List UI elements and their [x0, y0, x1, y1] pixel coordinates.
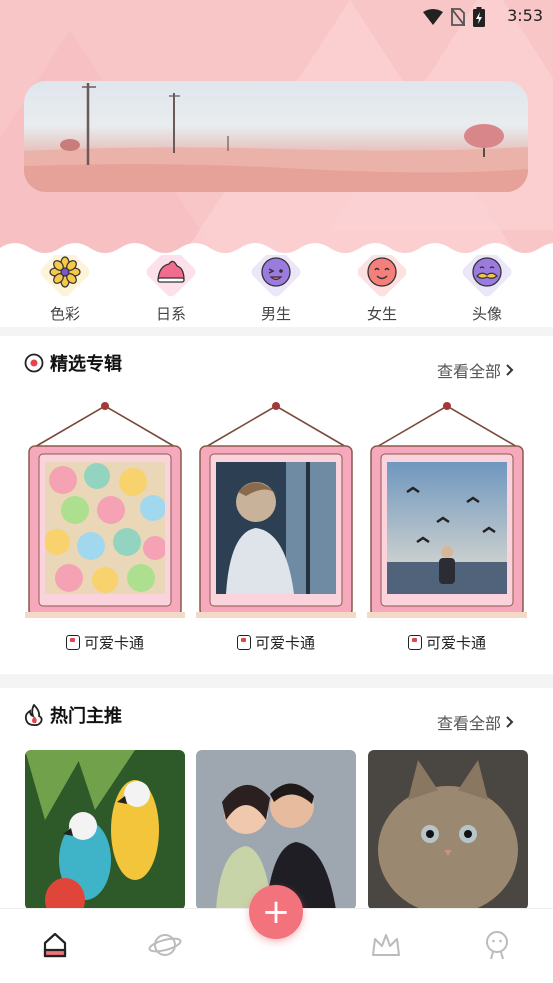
album-card[interactable] [196, 402, 356, 622]
featured-title: 精选专辑 [50, 354, 122, 375]
mustache-face-icon [472, 257, 502, 287]
sushi-icon [157, 260, 185, 283]
birds-photo [387, 462, 507, 594]
featured-see-all-button[interactable]: 查看全部 [437, 358, 515, 382]
hot-header: 热门主推 [24, 702, 122, 728]
chevron-right-icon [506, 364, 514, 376]
planet-icon [148, 934, 182, 956]
hot-see-all-button[interactable]: 查看全部 [437, 710, 515, 734]
featured-section: 精选专辑 查看全部 可爱卡通 可爱卡通 可爱卡通 [0, 336, 553, 674]
banner-image[interactable] [24, 81, 528, 192]
parrots-photo[interactable] [25, 750, 185, 910]
kitten-photo[interactable] [368, 750, 528, 910]
girl-face-icon [367, 257, 397, 287]
category-boys[interactable]: 男生 [241, 255, 311, 324]
category-label: 男生 [260, 305, 291, 323]
album-caption: 可爱卡通 [196, 632, 356, 653]
chevron-right-icon [506, 716, 514, 728]
category-color[interactable]: 色彩 [30, 255, 100, 324]
add-button[interactable]: + [249, 885, 303, 939]
nav-home[interactable] [35, 925, 75, 965]
album-caption-text: 可爱卡通 [425, 634, 486, 652]
album-badge-icon [407, 635, 422, 650]
candy-photo [45, 462, 165, 594]
featured-header: 精选专辑 [24, 350, 122, 376]
status-time: 3:53 [507, 6, 543, 25]
hot-title: 热门主推 [50, 706, 122, 727]
album-badge-icon [236, 635, 251, 650]
nav-vip[interactable] [366, 925, 406, 965]
status-bar: 3:53 [0, 0, 553, 30]
no-sim-icon [451, 8, 465, 26]
flame-icon [24, 704, 43, 726]
category-girls[interactable]: 女生 [347, 255, 417, 324]
add-icon: + [261, 892, 291, 932]
album-caption: 可爱卡通 [367, 632, 527, 653]
category-label: 女生 [366, 305, 397, 323]
album-card[interactable] [25, 402, 185, 622]
profile-icon [486, 931, 508, 960]
crown-icon [372, 934, 400, 956]
battery-charging-icon [473, 7, 485, 27]
nav-discover[interactable] [145, 925, 185, 965]
category-label: 头像 [471, 305, 502, 323]
category-japanese[interactable]: 日系 [136, 255, 206, 324]
album-caption-text: 可爱卡通 [83, 634, 144, 652]
boy-face-icon [261, 257, 291, 287]
nav-profile[interactable] [477, 925, 517, 965]
see-all-label: 查看全部 [436, 714, 501, 733]
wifi-icon [423, 9, 443, 25]
target-icon [24, 353, 44, 373]
category-avatar[interactable]: 头像 [452, 255, 522, 324]
bottom-nav: + [0, 885, 553, 983]
home-icon [43, 932, 67, 958]
category-row: 色彩 日系 男生 女生 头像 [0, 255, 553, 327]
hot-section: 热门主推 查看全部 [0, 688, 553, 918]
see-all-label: 查看全部 [436, 362, 501, 381]
wave-divider [0, 243, 553, 255]
album-caption: 可爱卡通 [25, 632, 185, 653]
child-window-photo [216, 462, 336, 594]
category-label: 日系 [155, 305, 186, 323]
album-caption-text: 可爱卡通 [254, 634, 315, 652]
flower-icon [49, 256, 81, 288]
album-badge-icon [65, 635, 80, 650]
header-background: 3:53 [0, 0, 553, 255]
album-card[interactable] [367, 402, 527, 622]
category-label: 色彩 [49, 305, 80, 323]
